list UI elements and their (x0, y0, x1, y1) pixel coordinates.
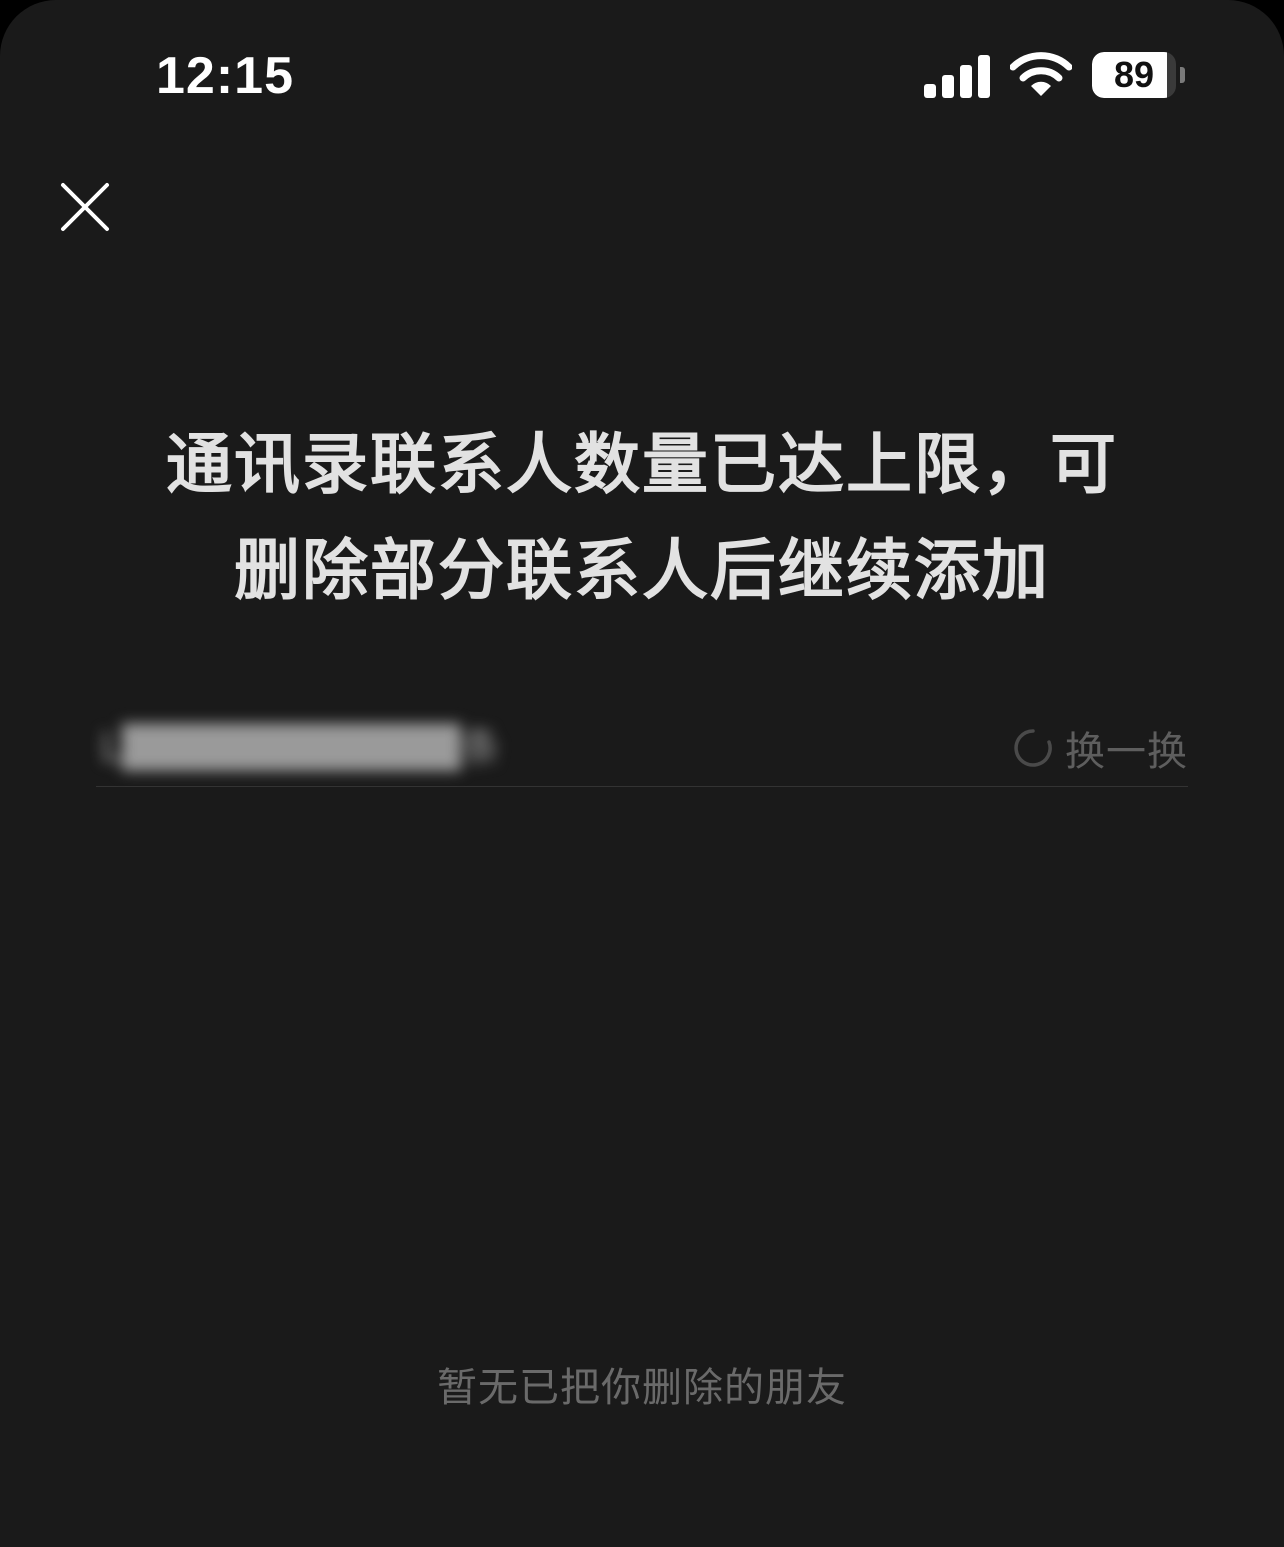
battery-cap (1180, 67, 1185, 83)
refresh-icon (1013, 728, 1053, 768)
battery-body: 89 (1092, 52, 1176, 98)
status-time: 12:15 (156, 47, 294, 105)
refresh-button[interactable]: 换一换 (1013, 718, 1188, 778)
message-line-2: 删除部分联系人后继续添加 (234, 532, 1050, 609)
wifi-icon (1010, 52, 1072, 96)
close-button[interactable] (50, 172, 120, 242)
app-screen: 12:15 89 通讯录联系人数量已达上限，可 删除部分联系人后继续添加 L██… (0, 0, 1284, 1547)
battery-indicator: 89 (1092, 52, 1188, 98)
blurred-suggestion-text: L███████████条 (100, 725, 501, 771)
empty-state-text: 暂无已把你删除的朋友 (437, 1365, 847, 1411)
suggestion-row: L███████████条 换一换 (96, 712, 1188, 787)
close-icon (61, 183, 109, 231)
message-line-1: 通讯录联系人数量已达上限，可 (166, 426, 1118, 503)
battery-level: 89 (1113, 54, 1155, 95)
cellular-signal-icon (924, 55, 990, 98)
limit-reached-message: 通讯录联系人数量已达上限，可 删除部分联系人后继续添加 (100, 412, 1184, 624)
refresh-label: 换一换 (1065, 729, 1188, 775)
